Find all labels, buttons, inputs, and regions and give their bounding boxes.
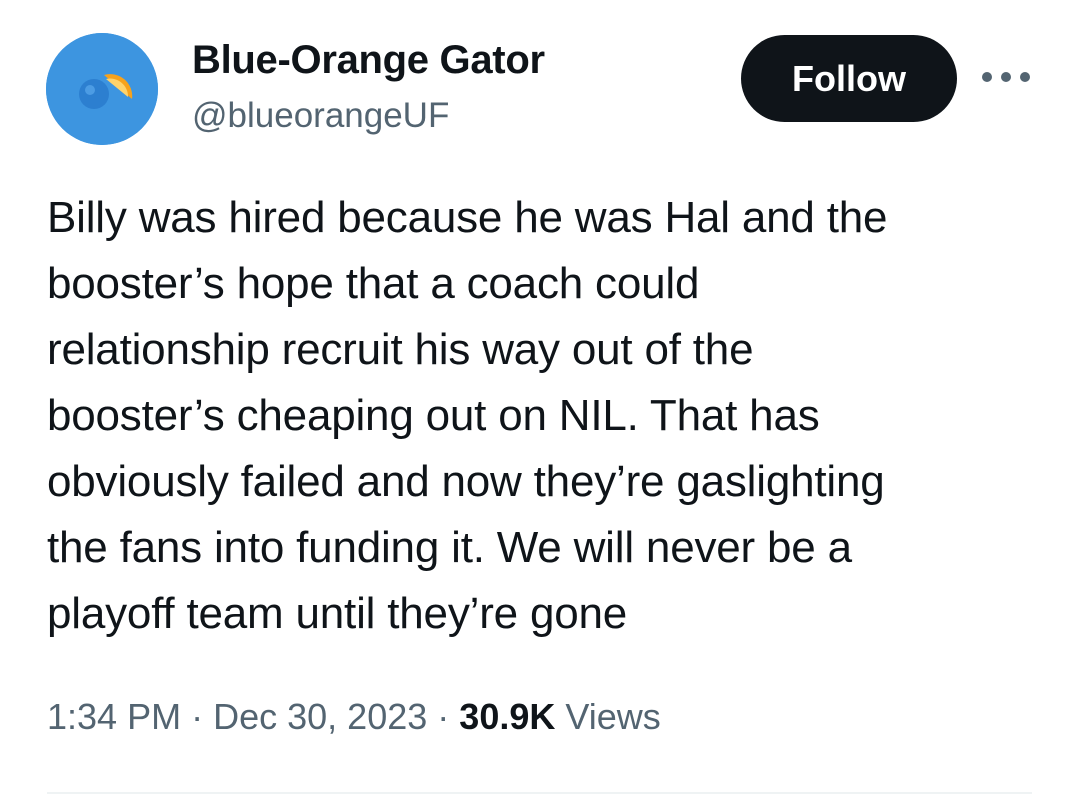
tweet-time[interactable]: 1:34 PM [47,696,181,737]
meta-separator: · [191,696,204,737]
more-options-button[interactable] [980,62,1032,92]
avatar[interactable] [46,33,158,145]
more-horizontal-icon [982,72,1030,82]
follow-button[interactable]: Follow [741,35,957,122]
views-label: Views [565,696,661,737]
tweet-card: Blue-Orange Gator @blueorangeUF Follow B… [0,0,1078,800]
tweet-date[interactable]: Dec 30, 2023 [213,696,427,737]
tweet-meta: 1:34 PM · Dec 30, 2023 · 30.9K Views [47,696,661,738]
views-count: 30.9K [459,696,556,737]
author-display-name[interactable]: Blue-Orange Gator [192,38,545,83]
meta-separator: · [437,696,450,737]
tweet-text: Billy was hired because he was Hal and t… [47,193,888,638]
divider [47,792,1032,794]
blue-orange-gator-avatar-icon [46,33,158,145]
author-handle[interactable]: @blueorangeUF [192,96,449,136]
